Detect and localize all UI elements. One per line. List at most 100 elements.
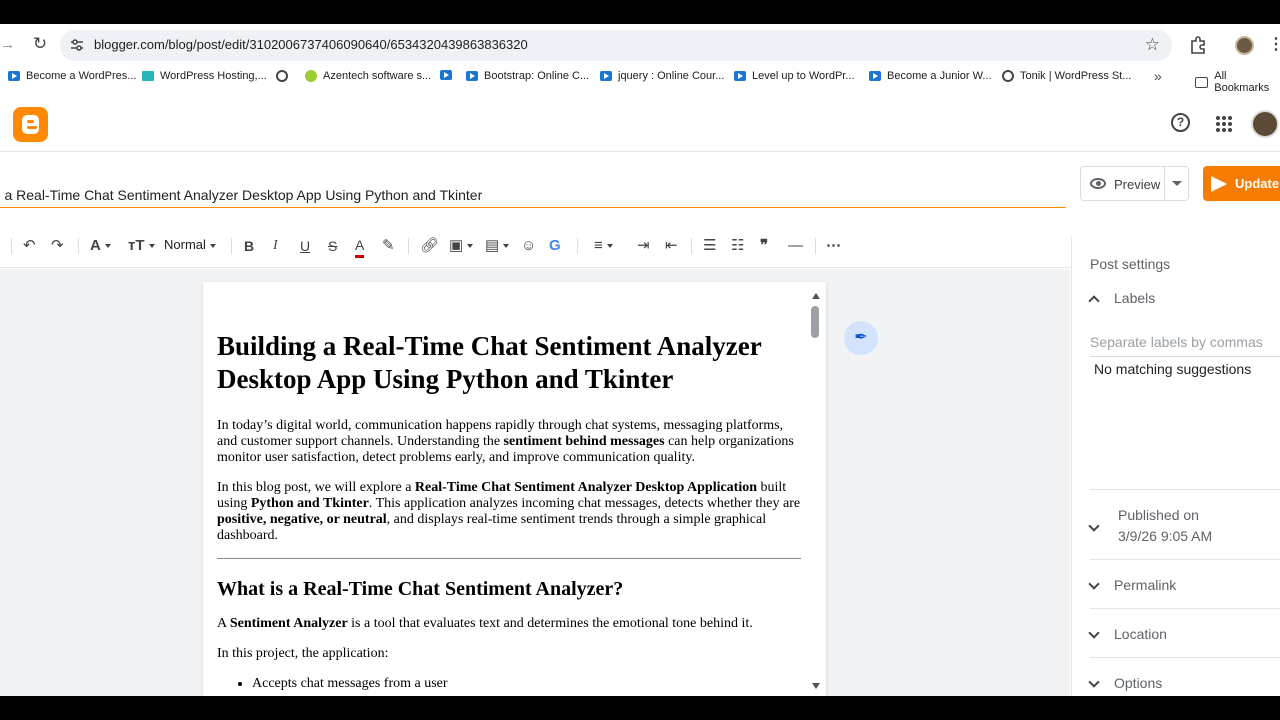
browser-menu-icon[interactable]: ⋮ <box>1268 34 1280 54</box>
chevron-up-icon <box>1088 295 1100 307</box>
reload-icon[interactable]: ↻ <box>30 34 50 54</box>
location-section-header[interactable]: Location <box>1088 626 1167 642</box>
wordpress-icon <box>142 71 154 81</box>
divider <box>1164 167 1165 200</box>
forward-icon[interactable]: → <box>0 36 16 54</box>
strikethrough-icon[interactable]: S <box>328 236 337 256</box>
scroll-down-arrow[interactable] <box>812 683 820 689</box>
url-text[interactable]: blogger.com/blog/post/edit/3102006737406… <box>94 37 528 52</box>
link-icon[interactable]: 🔗︎ <box>420 236 439 256</box>
blogger-header: ? <box>0 96 1280 152</box>
emoji-icon[interactable]: ☺ <box>521 236 536 256</box>
insert-image-icon[interactable]: ▣ <box>449 236 474 256</box>
chevron-down-icon <box>1088 578 1100 590</box>
bulleted-list-icon[interactable]: ☰ <box>703 236 716 256</box>
highlight-icon[interactable]: ✎ <box>382 236 395 256</box>
paragraph[interactable]: In today’s digital world, communication … <box>217 418 801 466</box>
quote-icon[interactable]: ❞ <box>760 236 768 256</box>
post-title-input[interactable]: ng a Real-Time Chat Sentiment Analyzer D… <box>0 187 482 203</box>
bookmark-item[interactable]: Level up to WordPr... <box>734 70 855 82</box>
blogger-logo-icon[interactable] <box>13 107 48 142</box>
divider <box>231 238 232 254</box>
divider <box>11 238 12 254</box>
published-section-header[interactable] <box>1088 519 1114 535</box>
chevron-down-icon[interactable] <box>1172 181 1182 186</box>
labels-section-header[interactable]: Labels <box>1088 290 1155 307</box>
text-style-icon[interactable]: A <box>90 236 111 256</box>
browser-profile-avatar[interactable] <box>1235 36 1254 55</box>
ai-write-icon[interactable]: ✒ <box>844 321 878 355</box>
browser-window: → ↻ blogger.com/blog/post/edit/310200673… <box>0 24 1280 696</box>
list-item[interactable]: Accepts chat messages from a user <box>252 676 801 692</box>
scroll-up-arrow[interactable] <box>812 293 820 299</box>
section-heading[interactable]: What is a Real-Time Chat Sentiment Analy… <box>217 577 801 601</box>
extensions-icon[interactable] <box>1188 35 1208 55</box>
paragraph-format-dropdown[interactable]: Normal <box>164 237 216 252</box>
bookmark-item[interactable] <box>276 70 288 82</box>
redo-icon[interactable]: ↷ <box>51 236 64 256</box>
youtube-icon <box>734 71 746 81</box>
horizontal-rule-icon[interactable]: — <box>788 236 803 256</box>
indent-icon[interactable]: ⇥ <box>637 236 650 256</box>
omnibox[interactable]: blogger.com/blog/post/edit/3102006737406… <box>60 30 1172 61</box>
update-button[interactable]: Update <box>1203 166 1280 201</box>
font-size-icon[interactable]: тT <box>128 236 155 256</box>
text-color-icon[interactable]: A <box>355 238 365 258</box>
insert-video-icon[interactable]: ▤ <box>485 236 510 256</box>
bottom-bar <box>0 696 1280 720</box>
outdent-icon[interactable]: ⇤ <box>665 236 678 256</box>
align-icon[interactable]: ≡ <box>594 236 613 256</box>
bookmark-item[interactable]: Azentech software s... <box>305 70 431 82</box>
paragraph[interactable]: In this project, the application: <box>217 646 801 662</box>
bold-icon[interactable]: B <box>244 236 254 256</box>
post-settings-panel: Post settings Labels Separate labels by … <box>1071 237 1280 696</box>
numbered-list-icon[interactable]: ☷ <box>731 236 744 256</box>
undo-icon[interactable]: ↶ <box>23 236 36 256</box>
options-section-header[interactable]: Options <box>1088 675 1162 691</box>
youtube-icon <box>869 71 881 81</box>
labels-input[interactable]: Separate labels by commas <box>1090 334 1280 357</box>
eye-icon <box>1090 178 1106 189</box>
divider <box>815 238 816 254</box>
post-content[interactable]: Building a Real-Time Chat Sentiment Anal… <box>217 330 801 692</box>
all-bookmarks-button[interactable]: All Bookmarks <box>1195 70 1280 94</box>
post-heading[interactable]: Building a Real-Time Chat Sentiment Anal… <box>217 330 801 396</box>
google-apps-icon[interactable] <box>1216 116 1232 132</box>
divider <box>691 238 692 254</box>
italic-icon[interactable]: I <box>273 236 278 256</box>
help-icon[interactable]: ? <box>1171 113 1190 132</box>
divider <box>1090 608 1280 609</box>
divider <box>1090 657 1280 658</box>
editor-toolbar: ↶ ↷ A тT Normal B I U S A ✎ 🔗︎ ▣ ▤ ☺ G ≡… <box>0 224 1070 268</box>
paragraph[interactable]: A Sentiment Analyzer is a tool that eval… <box>217 616 801 632</box>
preview-label: Preview <box>1114 177 1161 192</box>
post-body-editor[interactable]: Building a Real-Time Chat Sentiment Anal… <box>203 282 826 696</box>
divider <box>408 238 409 254</box>
chevron-down-icon <box>1088 627 1100 639</box>
horizontal-rule <box>217 558 801 559</box>
paragraph[interactable]: In this blog post, we will explore a Rea… <box>217 480 801 544</box>
bookmark-item[interactable]: Bootstrap: Online C... <box>466 70 589 82</box>
bookmark-item[interactable]: Become a Junior W... <box>869 70 992 82</box>
preview-button[interactable]: Preview <box>1080 166 1189 201</box>
bookmark-item[interactable] <box>440 70 452 80</box>
account-avatar[interactable] <box>1251 110 1279 138</box>
bookmark-item[interactable]: Become a WordPres... <box>8 70 136 82</box>
bookmark-item[interactable]: Tonik | WordPress St... <box>1002 70 1131 82</box>
address-bar-row: → ↻ blogger.com/blog/post/edit/310200673… <box>0 24 1280 66</box>
scrollbar-thumb[interactable] <box>811 306 819 338</box>
divider <box>1090 559 1280 560</box>
google-icon[interactable]: G <box>549 236 561 256</box>
bullet-list: Accepts chat messages from a user <box>252 676 801 692</box>
bookmark-item[interactable]: jquery : Online Cour... <box>600 70 724 82</box>
permalink-section-header[interactable]: Permalink <box>1088 577 1176 593</box>
bookmark-star-icon[interactable]: ☆ <box>1145 35 1160 55</box>
more-bookmarks-button[interactable]: » <box>1154 68 1162 84</box>
underline-icon[interactable]: U <box>300 236 310 256</box>
chevron-down-icon <box>1088 520 1100 532</box>
published-date[interactable]: 3/9/26 9:05 AM <box>1118 528 1212 544</box>
bookmark-item[interactable]: WordPress Hosting,... <box>142 70 267 82</box>
site-settings-icon[interactable] <box>69 37 85 53</box>
folder-icon <box>1195 76 1209 88</box>
more-options-icon[interactable]: ⋯ <box>826 236 841 256</box>
